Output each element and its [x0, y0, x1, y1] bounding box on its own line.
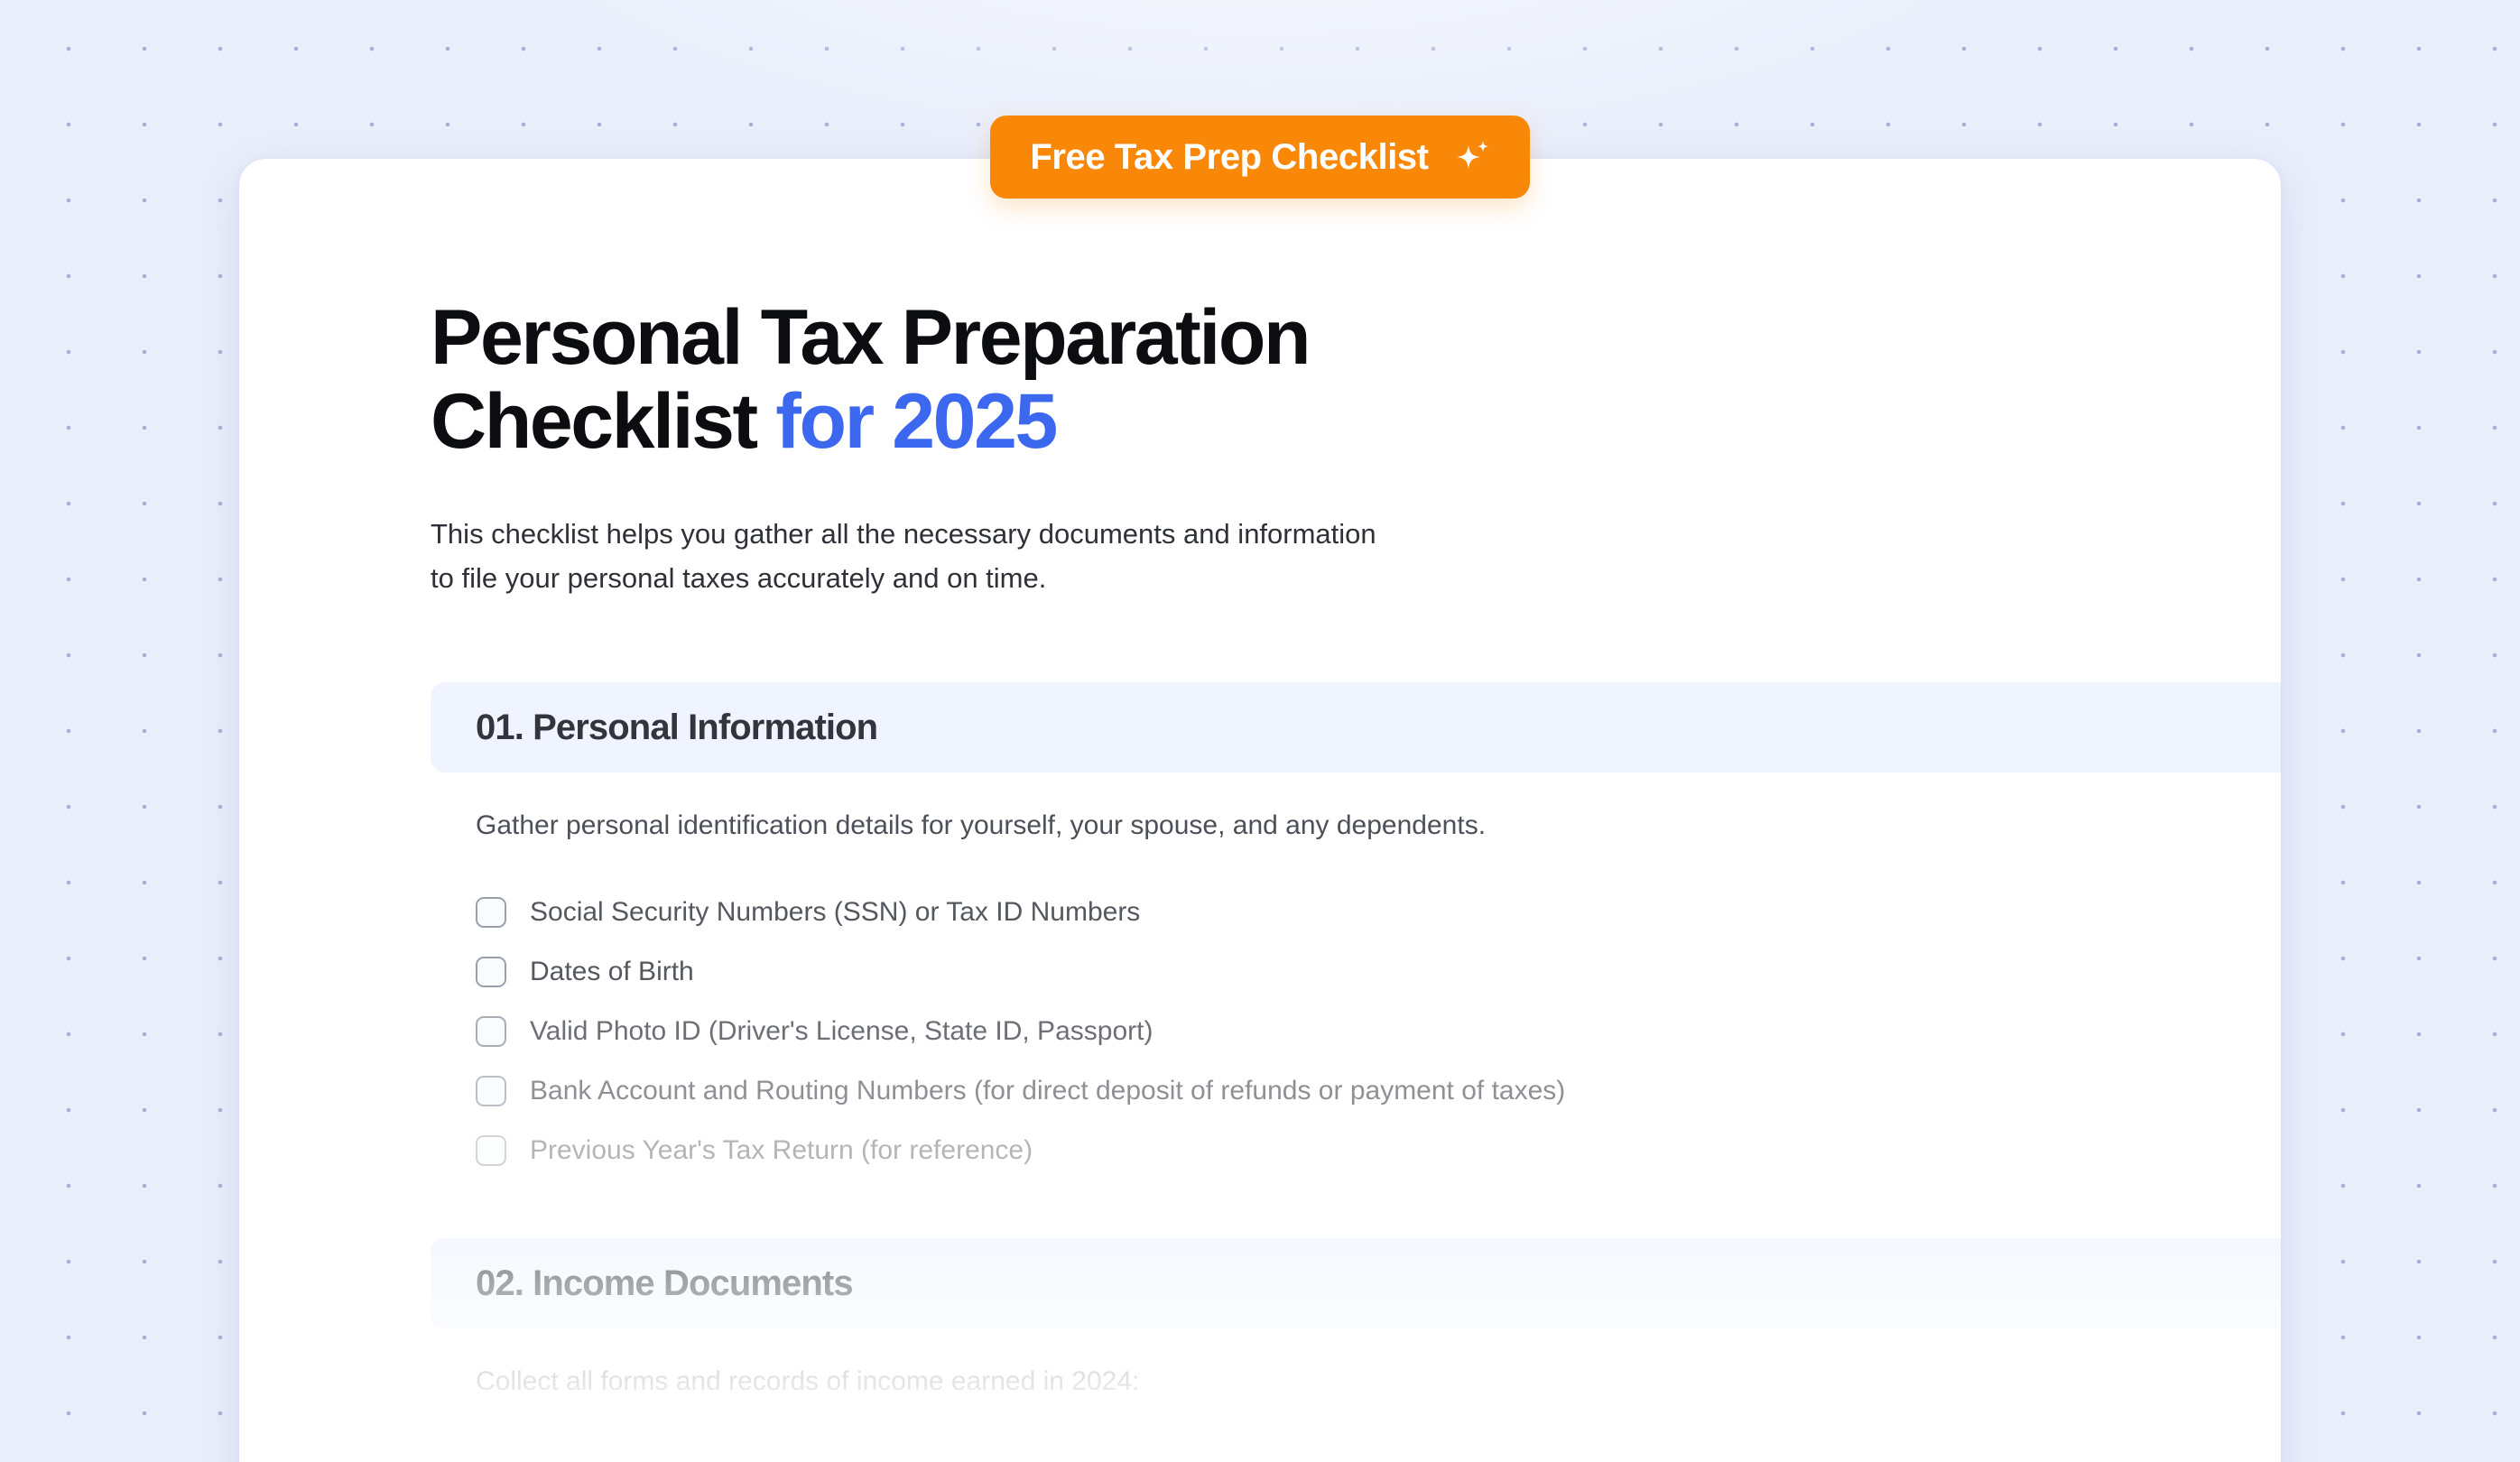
checklist-01: Social Security Numbers (SSN) or Tax ID …: [476, 883, 2281, 1180]
checkbox-icon[interactable]: [476, 896, 506, 928]
check-item-label: Previous Year's Tax Return (for referenc…: [530, 1135, 1033, 1166]
check-item[interactable]: Previous Year's Tax Return (for referenc…: [476, 1121, 2281, 1180]
page-title: Personal Tax Preparation Checklist for 2…: [431, 296, 1784, 464]
page-title-line2-plain: Checklist: [431, 377, 776, 465]
section-title-01: 01. Personal Information: [476, 707, 878, 747]
check-item-label: Dates of Birth: [530, 957, 694, 987]
checkbox-icon[interactable]: [476, 956, 506, 987]
check-item[interactable]: Social Security Numbers (SSN) or Tax ID …: [476, 883, 2281, 942]
check-item[interactable]: Dates of Birth: [476, 942, 2281, 1002]
free-tax-prep-checklist-badge[interactable]: Free Tax Prep Checklist: [990, 116, 1530, 199]
section-personal-information: 01. Personal Information Gather personal…: [431, 681, 2281, 1180]
checkbox-icon[interactable]: [476, 1134, 506, 1166]
checkbox-icon[interactable]: [476, 1075, 506, 1106]
badge-container: Free Tax Prep Checklist: [0, 116, 2520, 199]
page-title-line1: Personal Tax Preparation: [431, 294, 1311, 381]
page-subtitle-line2: to file your personal taxes accurately a…: [431, 561, 1047, 594]
checklist-card: Personal Tax Preparation Checklist for 2…: [239, 159, 2281, 1462]
check-item-label: Social Security Numbers (SSN) or Tax ID …: [530, 897, 1141, 928]
section-title-02: 02. Income Documents: [476, 1263, 854, 1303]
check-item-label: Bank Account and Routing Numbers (for di…: [530, 1076, 1566, 1106]
section-header-bar-02: 02. Income Documents: [431, 1237, 2281, 1328]
check-item[interactable]: Bank Account and Routing Numbers (for di…: [476, 1061, 2281, 1121]
badge-label: Free Tax Prep Checklist: [1030, 137, 1429, 177]
section-description-01: Gather personal identification details f…: [476, 810, 1487, 840]
check-item-label: Valid Photo ID (Driver's License, State …: [530, 1016, 1153, 1047]
section-description-02: Collect all forms and records of income …: [476, 1365, 1140, 1396]
sections-container: 01. Personal Information Gather personal…: [431, 681, 2281, 1401]
sparkle-icon: [1452, 136, 1494, 178]
checkbox-icon[interactable]: [476, 1015, 506, 1047]
card-content: Personal Tax Preparation Checklist for 2…: [239, 159, 2281, 1462]
section-header-bar-01: 01. Personal Information: [431, 681, 2281, 773]
section-income-documents: 02. Income Documents Collect all forms a…: [431, 1237, 2281, 1401]
page-subtitle-line1: This checklist helps you gather all the …: [431, 517, 1376, 550]
page-title-accent: for 2025: [775, 377, 1058, 465]
page-subtitle: This checklist helps you gather all the …: [431, 513, 1604, 601]
check-item[interactable]: Valid Photo ID (Driver's License, State …: [476, 1002, 2281, 1061]
